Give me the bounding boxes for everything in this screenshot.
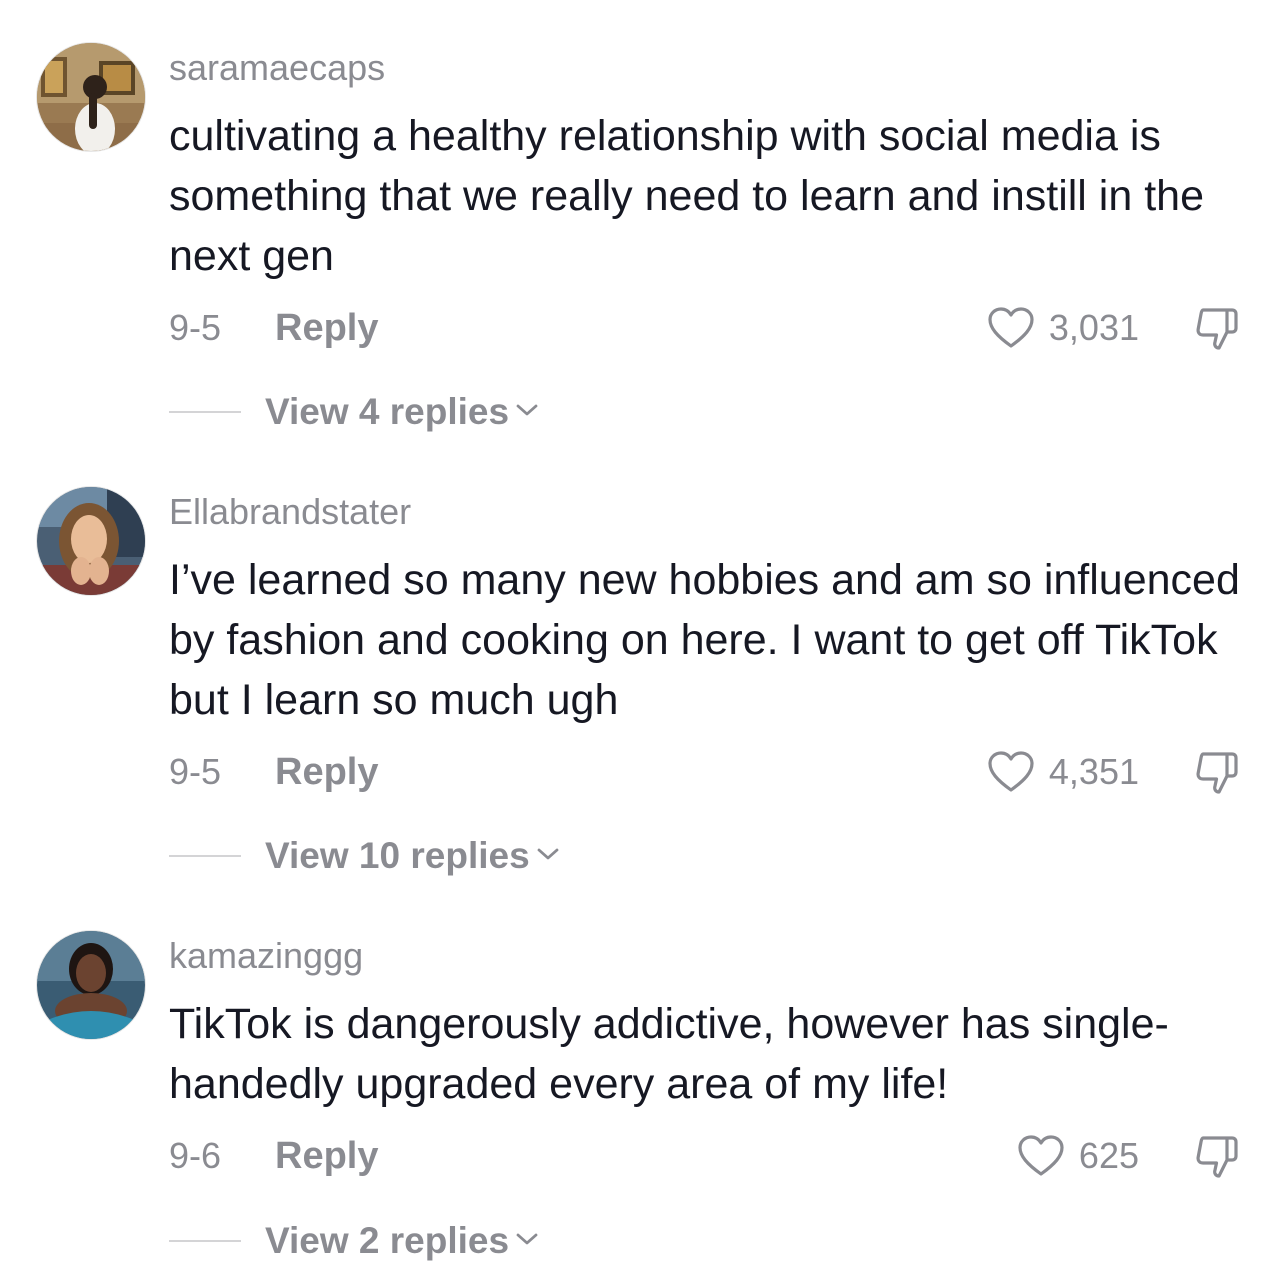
- view-replies-row: View 4 replies: [169, 388, 539, 436]
- comment-username[interactable]: kamazinggg: [169, 934, 363, 978]
- heart-outline-icon: [987, 750, 1035, 794]
- view-replies-label: View 4 replies: [265, 391, 510, 432]
- replies-divider: [169, 1240, 241, 1242]
- comment-username[interactable]: Ellabrandstater: [169, 490, 411, 534]
- comment-meta: 9-5 Reply 4,351: [169, 748, 1249, 796]
- replies-divider: [169, 411, 241, 413]
- thumbs-down-icon[interactable]: [1193, 748, 1241, 796]
- avatar-image: [37, 487, 145, 595]
- like-count: 4,351: [1048, 751, 1139, 792]
- reply-button[interactable]: Reply: [275, 304, 378, 352]
- view-replies-button[interactable]: View 10 replies: [265, 832, 560, 880]
- like-count: 625: [1078, 1135, 1139, 1176]
- avatar-image: [37, 931, 145, 1039]
- comment-meta: 9-5 Reply 3,031: [169, 304, 1249, 352]
- view-replies-row: View 10 replies: [169, 832, 560, 880]
- heart-outline-icon: [1017, 1134, 1065, 1178]
- reply-button[interactable]: Reply: [275, 1132, 378, 1180]
- comment-meta: 9-6 Reply 625: [169, 1132, 1249, 1180]
- replies-divider: [169, 855, 241, 857]
- view-replies-row: View 2 replies: [169, 1217, 539, 1265]
- like-button[interactable]: 4,351: [987, 748, 1139, 796]
- like-button[interactable]: 625: [1017, 1132, 1139, 1180]
- avatar[interactable]: [36, 42, 146, 152]
- avatar[interactable]: [36, 930, 146, 1040]
- view-replies-button[interactable]: View 2 replies: [265, 1217, 539, 1265]
- comment-text: I’ve learned so many new hobbies and am …: [169, 556, 1240, 724]
- view-replies-button[interactable]: View 4 replies: [265, 388, 539, 436]
- avatar[interactable]: [36, 486, 146, 596]
- comment-username[interactable]: saramaecaps: [169, 46, 385, 90]
- like-button[interactable]: 3,031: [987, 304, 1139, 352]
- like-count: 3,031: [1048, 307, 1139, 348]
- thumbs-down-icon[interactable]: [1193, 304, 1241, 352]
- comment-text: cultivating a healthy relationship with …: [169, 112, 1205, 280]
- view-replies-label: View 2 replies: [265, 1220, 510, 1261]
- chevron-down-icon: [515, 1231, 539, 1252]
- reply-button[interactable]: Reply: [275, 748, 378, 796]
- chevron-down-icon: [536, 846, 560, 867]
- comment-text: TikTok is dangerously addictive, however…: [169, 1000, 1169, 1108]
- heart-outline-icon: [987, 306, 1035, 350]
- chevron-down-icon: [515, 402, 539, 423]
- thumbs-down-icon[interactable]: [1193, 1132, 1241, 1180]
- comment-date: 9-5: [169, 751, 222, 792]
- view-replies-label: View 10 replies: [265, 835, 530, 876]
- avatar-image: [37, 43, 145, 151]
- comment-date: 9-5: [169, 307, 222, 348]
- comment-date: 9-6: [169, 1135, 222, 1176]
